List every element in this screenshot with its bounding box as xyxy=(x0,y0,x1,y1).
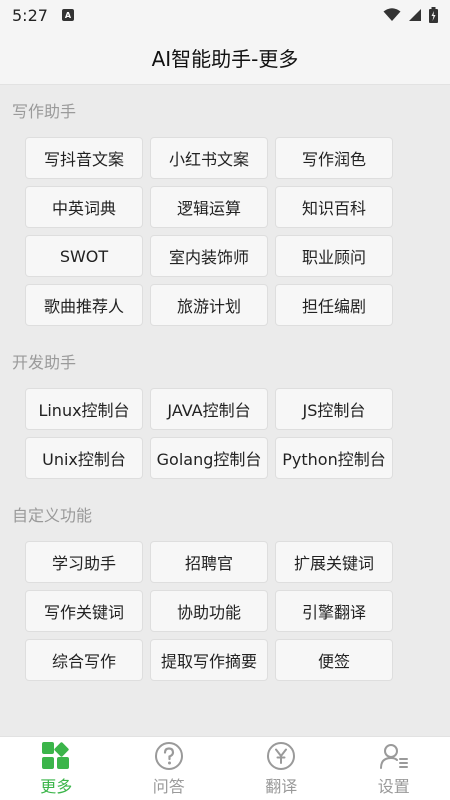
function-button[interactable]: 职业顾问 xyxy=(275,235,393,277)
function-button[interactable]: SWOT xyxy=(25,235,143,277)
function-button[interactable]: 室内装饰师 xyxy=(150,235,268,277)
tab-label: 翻译 xyxy=(265,776,298,796)
status-bar: 5:27 A xyxy=(0,0,450,30)
function-button[interactable]: 写作关键词 xyxy=(25,590,143,632)
function-button[interactable]: Linux控制台 xyxy=(25,388,143,430)
status-time: 5:27 xyxy=(12,5,48,25)
tab-translate[interactable]: 翻译 xyxy=(225,737,338,800)
function-button[interactable]: 便签 xyxy=(275,639,393,681)
tab-qa[interactable]: 问答 xyxy=(113,737,226,800)
tab-label: 更多 xyxy=(40,776,73,796)
function-button[interactable]: Golang控制台 xyxy=(150,437,268,479)
grid-writing: 写抖音文案 小红书文案 写作润色 中英词典 逻辑运算 知识百科 SWOT 室内装… xyxy=(25,137,395,326)
function-button[interactable]: 知识百科 xyxy=(275,186,393,228)
grid-custom: 学习助手 招聘官 扩展关键词 写作关键词 协助功能 引擎翻译 综合写作 提取写作… xyxy=(25,541,395,681)
function-button[interactable]: 小红书文案 xyxy=(150,137,268,179)
function-button[interactable]: 扩展关键词 xyxy=(275,541,393,583)
function-button[interactable]: Python控制台 xyxy=(275,437,393,479)
function-button[interactable]: 写抖音文案 xyxy=(25,137,143,179)
page-title: AI智能助手-更多 xyxy=(151,46,299,71)
function-button[interactable]: 综合写作 xyxy=(25,639,143,681)
function-button[interactable]: 提取写作摘要 xyxy=(150,639,268,681)
function-button[interactable]: 写作润色 xyxy=(275,137,393,179)
tab-label: 设置 xyxy=(377,776,410,796)
function-button[interactable]: 学习助手 xyxy=(25,541,143,583)
function-button[interactable]: 歌曲推荐人 xyxy=(25,284,143,326)
battery-icon xyxy=(429,7,438,23)
bottom-tab-bar: 更多 问答 翻译 设置 xyxy=(0,736,450,800)
tab-settings[interactable]: 设置 xyxy=(338,737,450,800)
function-button[interactable]: 逻辑运算 xyxy=(150,186,268,228)
function-button[interactable]: JAVA控制台 xyxy=(150,388,268,430)
more-grid-icon xyxy=(41,741,71,771)
app-header: AI智能助手-更多 xyxy=(0,30,450,85)
function-button[interactable]: 招聘官 xyxy=(150,541,268,583)
section-title-writing: 写作助手 xyxy=(12,102,77,121)
function-button[interactable]: 担任编剧 xyxy=(275,284,393,326)
function-button[interactable]: 引擎翻译 xyxy=(275,590,393,632)
function-button[interactable]: 中英词典 xyxy=(25,186,143,228)
translate-icon xyxy=(266,741,296,771)
content-area: 写作助手 写抖音文案 小红书文案 写作润色 中英词典 逻辑运算 知识百科 SWO… xyxy=(0,86,450,736)
settings-user-icon xyxy=(379,741,409,771)
signal-icon xyxy=(409,9,421,21)
status-icons xyxy=(383,7,438,23)
wifi-icon xyxy=(383,8,401,21)
section-title-custom: 自定义功能 xyxy=(12,506,93,525)
function-button[interactable]: JS控制台 xyxy=(275,388,393,430)
section-title-dev: 开发助手 xyxy=(12,353,77,372)
function-button[interactable]: 协助功能 xyxy=(150,590,268,632)
accessibility-a-icon: A xyxy=(61,9,74,21)
question-icon xyxy=(154,741,184,771)
function-button[interactable]: Unix控制台 xyxy=(25,437,143,479)
grid-dev: Linux控制台 JAVA控制台 JS控制台 Unix控制台 Golang控制台… xyxy=(25,388,395,479)
tab-label: 问答 xyxy=(152,776,185,796)
tab-more[interactable]: 更多 xyxy=(0,737,113,800)
function-button[interactable]: 旅游计划 xyxy=(150,284,268,326)
